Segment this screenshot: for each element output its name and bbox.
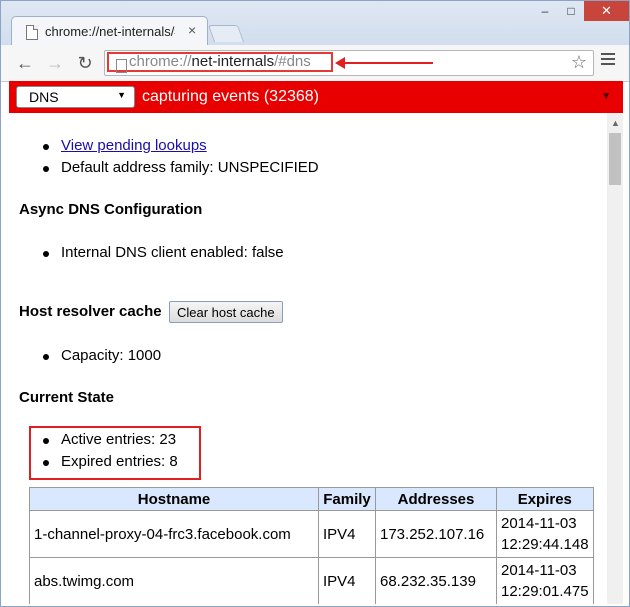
hostname-cell: abs.twimg.com [29,557,319,604]
capacity-item: Capacity: 1000 [42,347,162,364]
dropdown-arrow-icon: ▼ [117,90,126,100]
table-row: abs.twimg.com IPV4 68.232.35.139 2014-11… [29,557,594,604]
vertical-scrollbar[interactable]: ▲ [607,113,623,604]
addresses-cell: 68.232.35.139 [375,557,497,604]
column-header: Addresses [375,487,497,511]
expires-time: 12:29:01.475 [501,583,589,600]
browser-window: chrome://net-internals/#dns × – □ ✕ ← → … [0,0,630,607]
new-tab-button[interactable] [207,25,245,42]
bookmark-star-icon[interactable]: ☆ [571,52,587,73]
toolbar: ← → ↻ chrome://net-internals/#dns ☆ [1,45,629,82]
url-host: net-internals [191,53,275,70]
forward-arrow-icon[interactable]: → [43,51,67,75]
current-state-heading: Current State [19,389,115,406]
expires-date: 2014-11-03 [501,515,577,532]
hostname-cell: 1-channel-proxy-04-frc3.facebook.com [29,510,319,558]
family-cell: IPV4 [318,557,376,604]
expires-date: 2014-11-03 [501,562,577,579]
net-internals-bar: DNS ▼ capturing events (32368) ▼ [9,81,623,113]
scroll-up-icon[interactable]: ▲ [611,118,620,128]
browser-tab[interactable]: chrome://net-internals/#dns × [11,16,208,46]
column-header: Family [318,487,376,511]
list-item: View pending lookups [43,137,207,154]
title-bar: chrome://net-internals/#dns × – □ ✕ [1,1,629,46]
host-cache-table: Hostname Family Addresses Expires 1-chan… [29,487,594,604]
table-header-row: Hostname Family Addresses Expires [29,487,594,511]
async-dns-heading: Async DNS Configuration [19,201,203,218]
url-text[interactable]: chrome://net-internals/#dns [129,53,311,70]
menu-icon[interactable] [601,53,615,68]
column-header: Expires [496,487,594,511]
host-cache-heading: Host resolver cache [19,303,162,320]
maximize-button[interactable]: □ [558,1,584,21]
view-pending-lookups-link[interactable]: View pending lookups [61,137,207,154]
window-controls: – □ ✕ [532,1,629,21]
clear-host-cache-button[interactable]: Clear host cache [169,301,283,323]
tab-title: chrome://net-internals/#dns [45,24,175,39]
url-scheme: chrome:// [129,53,192,70]
close-button[interactable]: ✕ [584,1,629,21]
view-select[interactable]: DNS ▼ [16,86,135,108]
expires-cell: 2014-11-03 12:29:44.148 [496,510,594,558]
expires-time: 12:29:44.148 [501,536,589,553]
annotation-arrow [335,57,433,69]
tab-close-icon[interactable]: × [188,22,196,38]
active-entries-item: Active entries: 23 [42,431,177,448]
internal-client-item: Internal DNS client enabled: false [43,244,284,261]
page-icon [116,59,127,73]
family-cell: IPV4 [318,510,376,558]
capture-status: capturing events (32368) [142,88,319,105]
scrollbar-thumb[interactable] [609,133,621,185]
default-family-item: Default address family: UNSPECIFIED [43,159,319,176]
reload-icon[interactable]: ↻ [73,51,97,75]
page-icon [26,25,38,40]
status-dropdown-icon[interactable]: ▼ [601,91,611,102]
expired-entries-item: Expired entries: 8 [43,453,178,470]
addresses-cell: 173.252.107.16 [375,510,497,558]
minimize-button[interactable]: – [532,1,558,21]
dns-content: View pending lookups Default address fam… [9,113,607,604]
back-arrow-icon[interactable]: ← [13,51,37,75]
column-header: Hostname [29,487,319,511]
expires-cell: 2014-11-03 12:29:01.475 [496,557,594,604]
view-select-value: DNS [29,89,59,105]
url-path: /#dns [274,53,311,70]
table-row: 1-channel-proxy-04-frc3.facebook.com IPV… [29,510,594,558]
